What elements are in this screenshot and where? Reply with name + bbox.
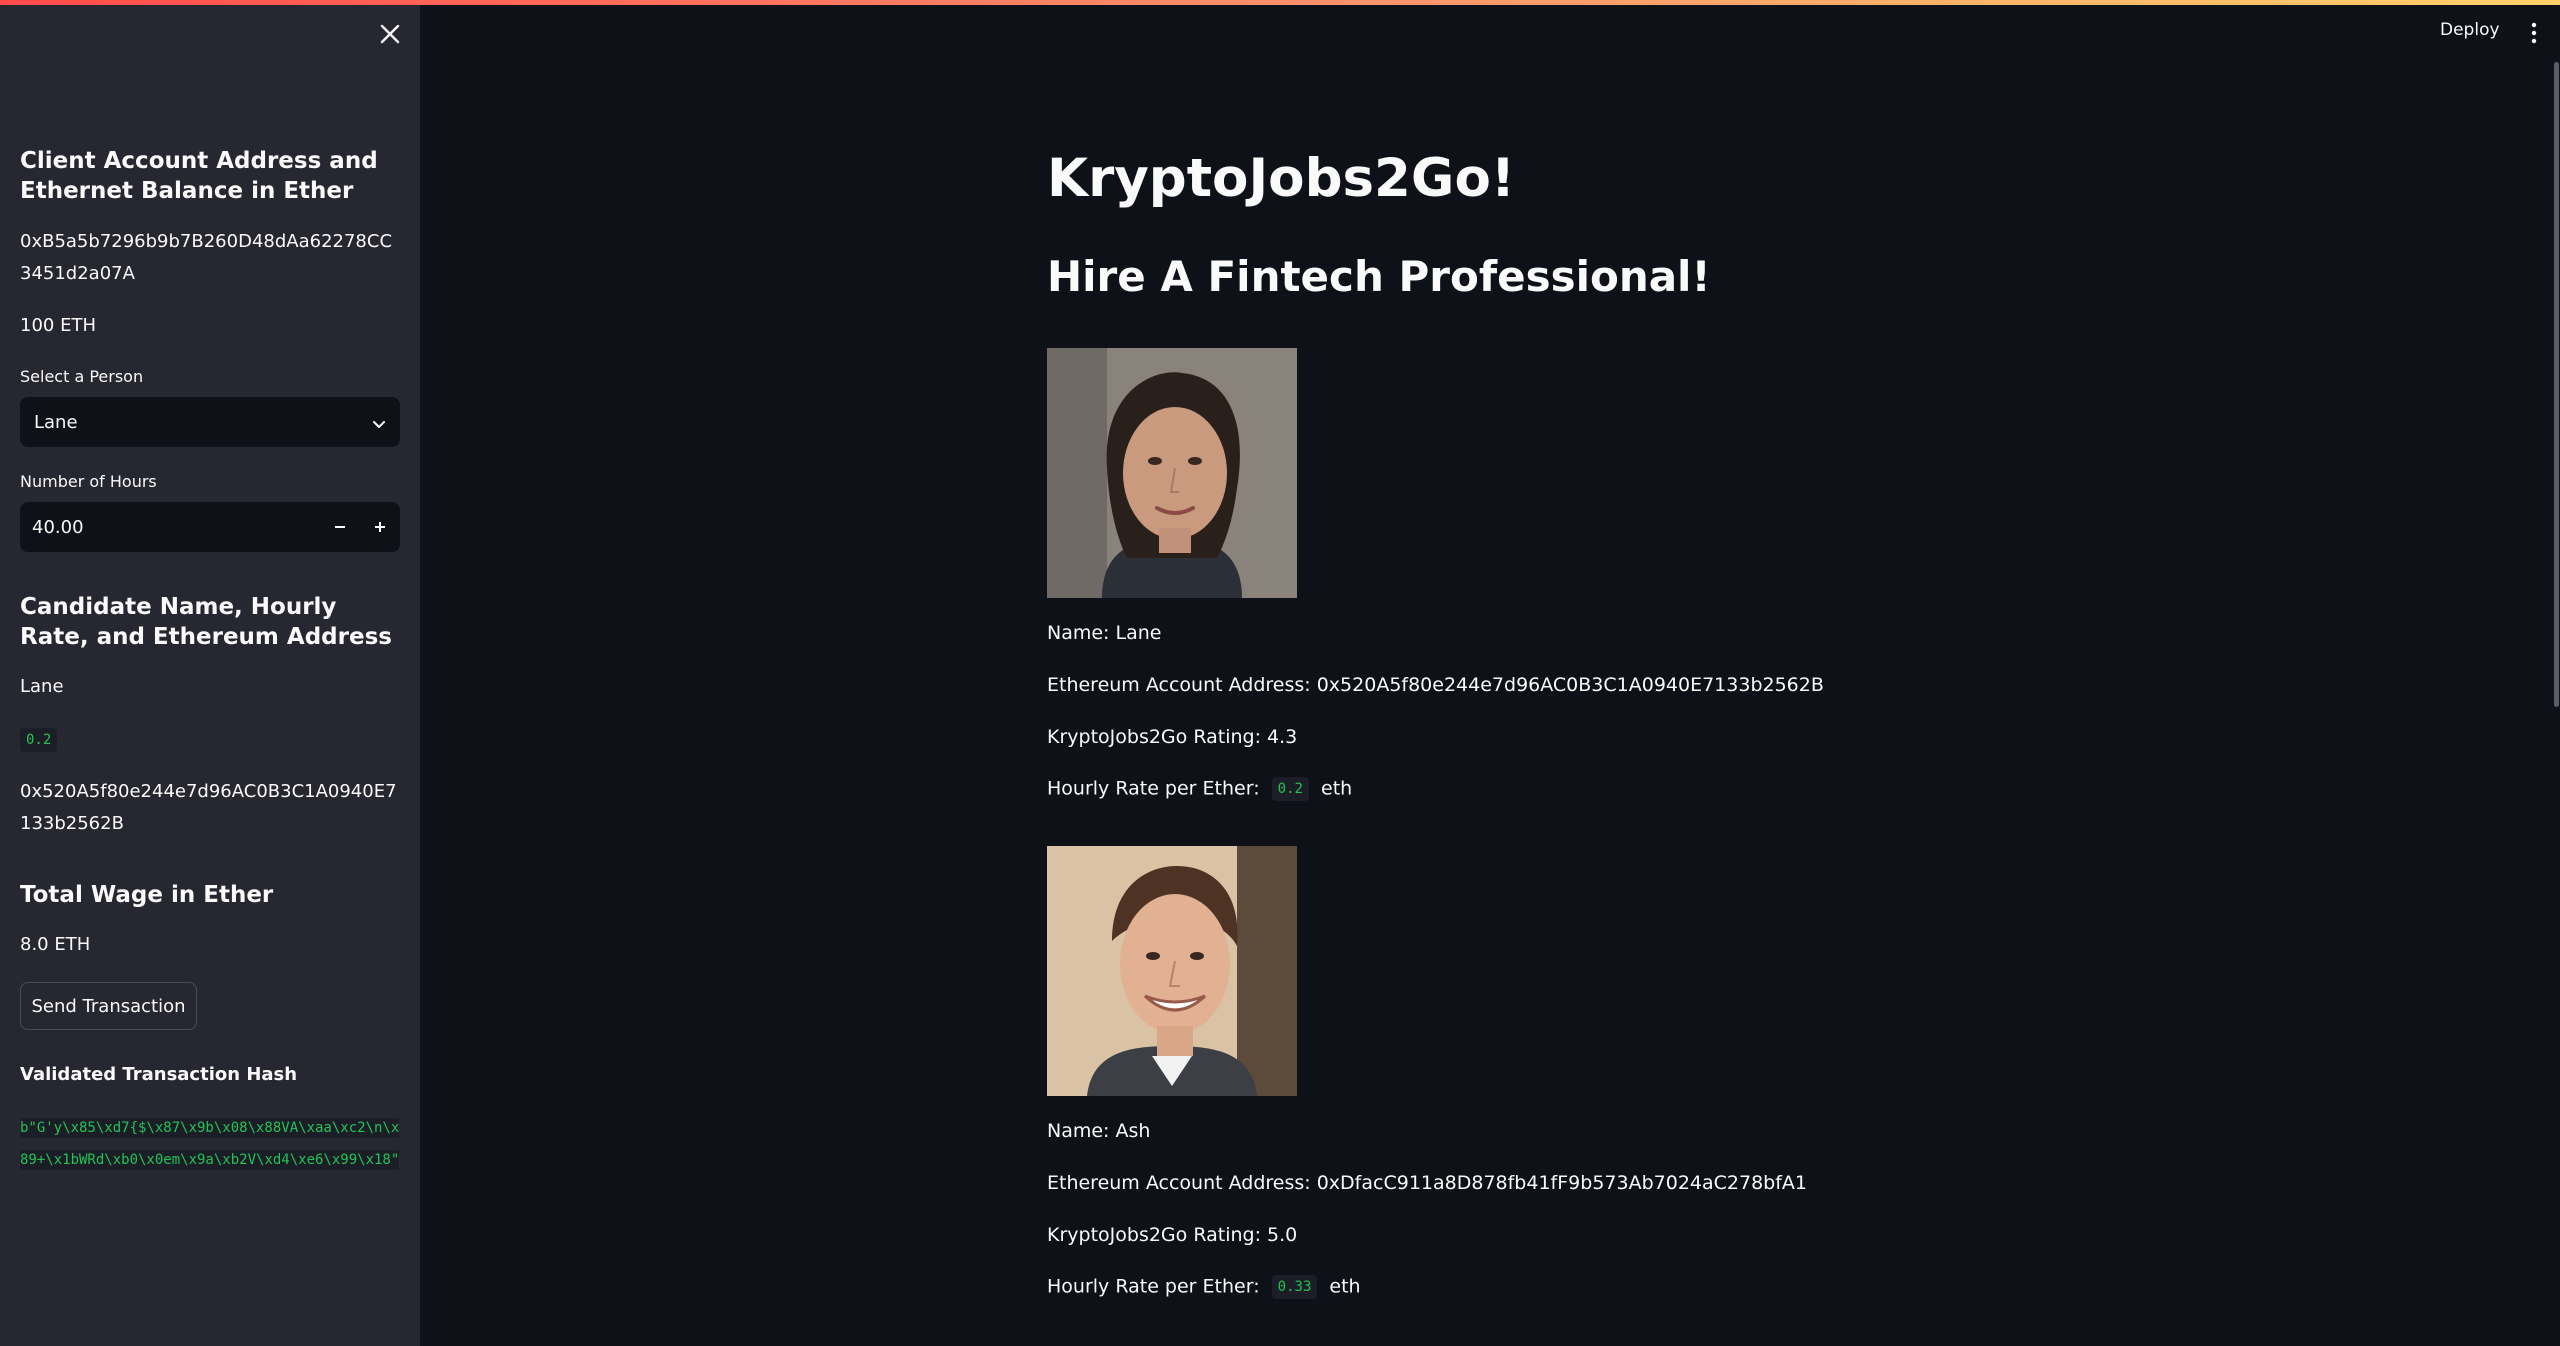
deploy-button[interactable]: Deploy	[2440, 20, 2500, 40]
candidate-address-line: Ethereum Account Address: 0xDfacC911a8D8…	[1047, 1172, 1807, 1194]
hours-label: Number of Hours	[20, 472, 157, 491]
candidate-rate-line: Hourly Rate per Ether: 0.33 eth	[1047, 1275, 1361, 1299]
candidate-name: Lane	[20, 676, 64, 697]
chevron-down-icon	[372, 415, 386, 429]
candidate-name-line: Name: Lane	[1047, 622, 1162, 644]
candidate-address: 0x520A5f80e244e7d96AC0B3C1A0940E7133b256…	[20, 781, 397, 834]
scrollbar[interactable]	[2554, 62, 2559, 707]
candidate-address-line: Ethereum Account Address: 0x520A5f80e244…	[1047, 674, 1824, 696]
hours-value[interactable]: 40.00	[20, 517, 320, 538]
client-balance: 100 ETH	[20, 315, 96, 336]
candidate-photo	[1047, 846, 1297, 1096]
hash-heading: Validated Transaction Hash	[20, 1064, 298, 1085]
client-heading: Client Account Address and Ethernet Bala…	[20, 148, 378, 204]
increment-button[interactable]	[360, 502, 400, 552]
candidate-photo	[1047, 348, 1297, 598]
candidate-rate-line: Hourly Rate per Ether: 0.2 eth	[1047, 777, 1352, 801]
hours-number-input[interactable]: 40.00	[20, 502, 400, 552]
person-select[interactable]: Lane	[20, 397, 400, 447]
rate-suffix: eth	[1321, 777, 1353, 800]
close-icon[interactable]	[376, 22, 404, 50]
candidate-name-line: Name: Ash	[1047, 1120, 1151, 1142]
candidate-rate-container: 0.2	[20, 728, 58, 752]
send-transaction-button[interactable]: Send Transaction	[20, 982, 197, 1030]
transaction-hash: b"G'y\x85\xd7{$\x87\x9b\x08\x88VA\xaa\xc…	[20, 1112, 400, 1176]
select-person-label: Select a Person	[20, 367, 144, 386]
rate-value: 0.33	[1271, 1275, 1318, 1299]
rate-prefix: Hourly Rate per Ether:	[1047, 1275, 1260, 1298]
more-menu-icon[interactable]	[2526, 20, 2542, 46]
rate-prefix: Hourly Rate per Ether:	[1047, 777, 1260, 800]
rate-suffix: eth	[1329, 1275, 1361, 1298]
plus-icon	[375, 522, 385, 532]
wage-heading: Total Wage in Ether	[20, 882, 274, 908]
top-decoration-stripe	[0, 0, 2560, 5]
person-select-value: Lane	[34, 411, 78, 433]
client-address: 0xB5a5b7296b9b7B260D48dAa62278CC3451d2a0…	[20, 231, 393, 284]
wage-value: 8.0 ETH	[20, 934, 91, 955]
minus-icon	[335, 526, 345, 528]
candidate-rate: 0.2	[20, 728, 58, 752]
candidate-rating-line: KryptoJobs2Go Rating: 5.0	[1047, 1224, 1298, 1246]
decrement-button[interactable]	[320, 502, 360, 552]
page-subtitle: Hire A Fintech Professional!	[1047, 252, 1711, 301]
rate-value: 0.2	[1271, 777, 1309, 801]
candidate-heading: Candidate Name, Hourly Rate, and Ethereu…	[20, 594, 392, 650]
page-title: KryptoJobs2Go!	[1047, 148, 1516, 209]
transaction-hash-text: b"G'y\x85\xd7{$\x87\x9b\x08\x88VA\xaa\xc…	[20, 1118, 400, 1170]
candidate-rating-line: KryptoJobs2Go Rating: 4.3	[1047, 726, 1298, 748]
sidebar: Client Account Address and Ethernet Bala…	[0, 0, 420, 1346]
